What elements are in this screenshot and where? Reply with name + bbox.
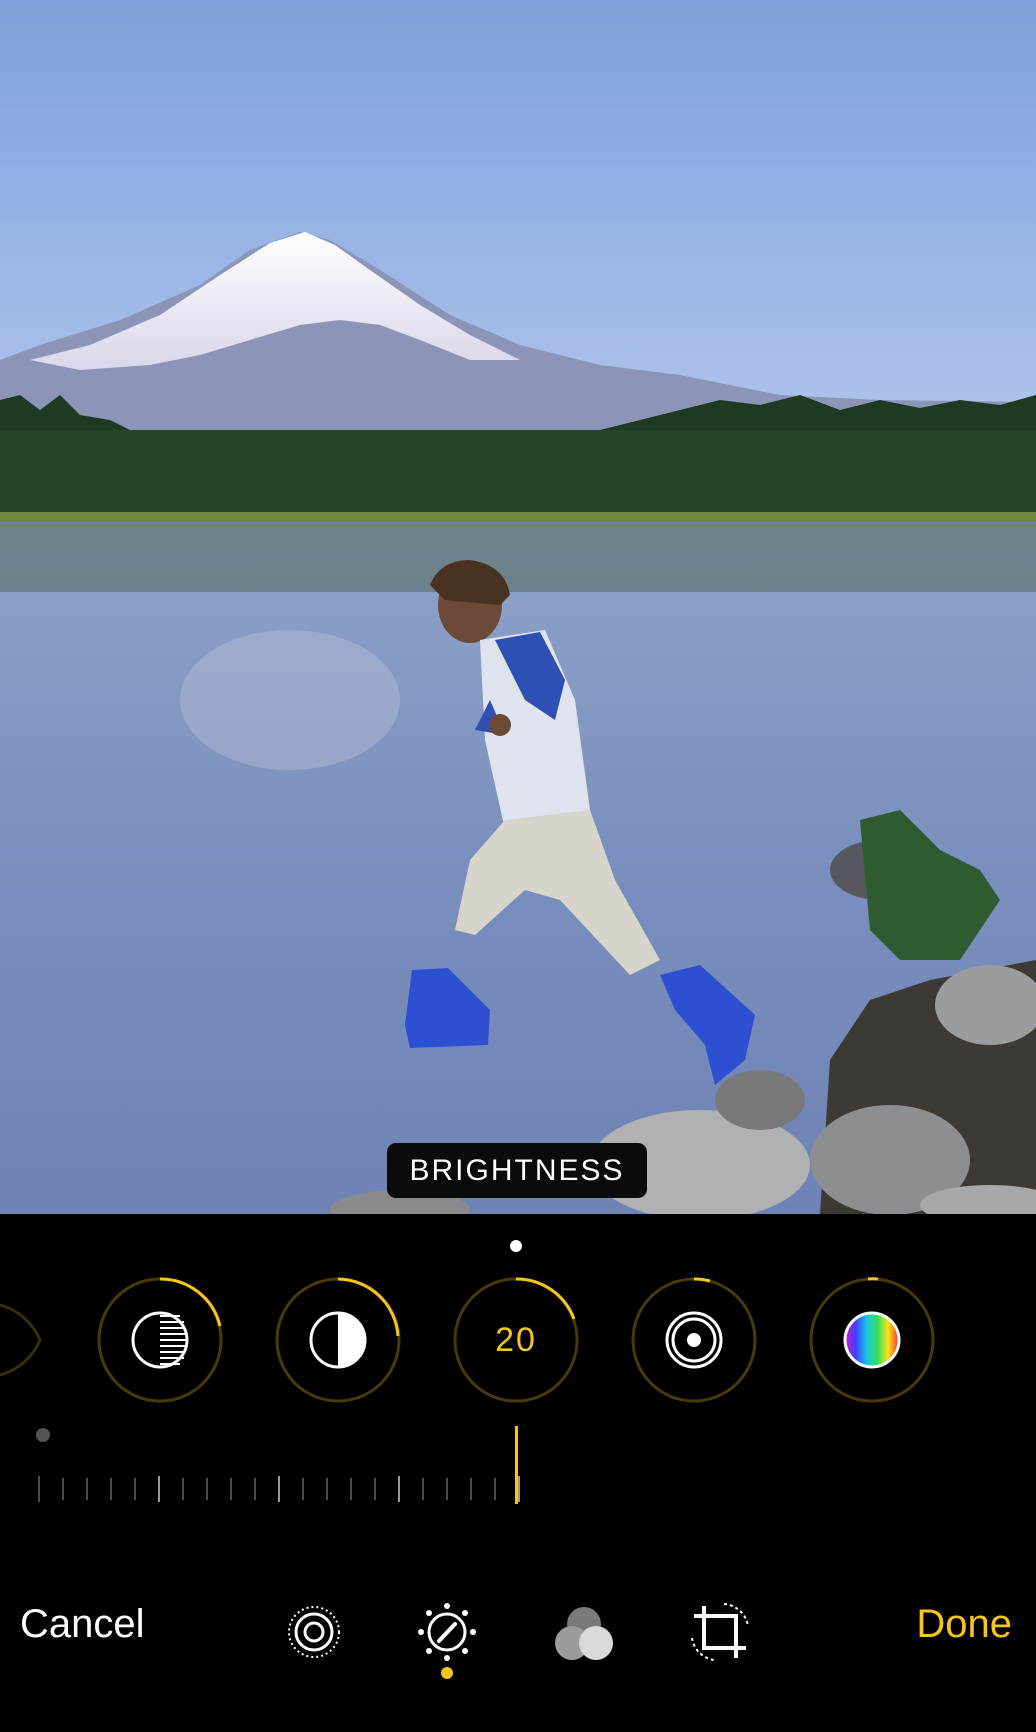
slider-tick	[398, 1476, 400, 1502]
slider-tick	[134, 1478, 136, 1500]
slider-tick	[446, 1478, 448, 1500]
cancel-button[interactable]: Cancel	[20, 1602, 145, 1647]
slider-tick	[158, 1476, 160, 1502]
slider-tick	[38, 1476, 40, 1502]
exposure-icon	[131, 1311, 189, 1369]
saturation-icon	[843, 1311, 901, 1369]
slider-tick	[182, 1478, 184, 1500]
photo-preview[interactable]	[0, 0, 1036, 1214]
tool-name-label: BRIGHTNESS	[387, 1143, 647, 1198]
slider-origin-dot	[36, 1428, 50, 1442]
live-icon[interactable]	[282, 1600, 346, 1664]
slider-tick	[326, 1478, 328, 1500]
brightness-value: 20	[495, 1320, 537, 1359]
slider-tick	[110, 1478, 112, 1500]
done-button[interactable]: Done	[916, 1602, 1012, 1647]
crop-icon[interactable]	[688, 1600, 752, 1664]
slider-needle[interactable]	[515, 1426, 518, 1504]
slider-tick	[278, 1476, 280, 1502]
contrast-dial[interactable]	[274, 1276, 402, 1404]
contrast-icon	[309, 1311, 367, 1369]
adjustment-dial-previous[interactable]	[0, 1300, 44, 1380]
vignette-icon	[665, 1311, 723, 1369]
adjustment-slider[interactable]	[30, 1420, 1006, 1510]
slider-tick	[350, 1478, 352, 1500]
slider-tick	[494, 1478, 496, 1500]
adjust-icon[interactable]	[415, 1600, 479, 1664]
slider-tick	[86, 1478, 88, 1500]
slider-tick	[422, 1478, 424, 1500]
saturation-dial[interactable]	[808, 1276, 936, 1404]
slider-tick	[62, 1478, 64, 1500]
brightness-dial[interactable]: 20	[452, 1276, 580, 1404]
filters-icon[interactable]	[550, 1600, 614, 1664]
active-tool-indicator	[441, 1667, 453, 1679]
slider-tick	[302, 1478, 304, 1500]
slider-tick	[374, 1478, 376, 1500]
slider-tick	[254, 1478, 256, 1500]
page-indicator	[510, 1240, 522, 1252]
exposure-dial[interactable]	[96, 1276, 224, 1404]
vignette-dial[interactable]	[630, 1276, 758, 1404]
bottom-toolbar: Cancel Done	[0, 1580, 1036, 1680]
slider-tick	[470, 1478, 472, 1500]
slider-tick	[518, 1476, 520, 1502]
slider-tick	[230, 1478, 232, 1500]
slider-tick	[206, 1478, 208, 1500]
